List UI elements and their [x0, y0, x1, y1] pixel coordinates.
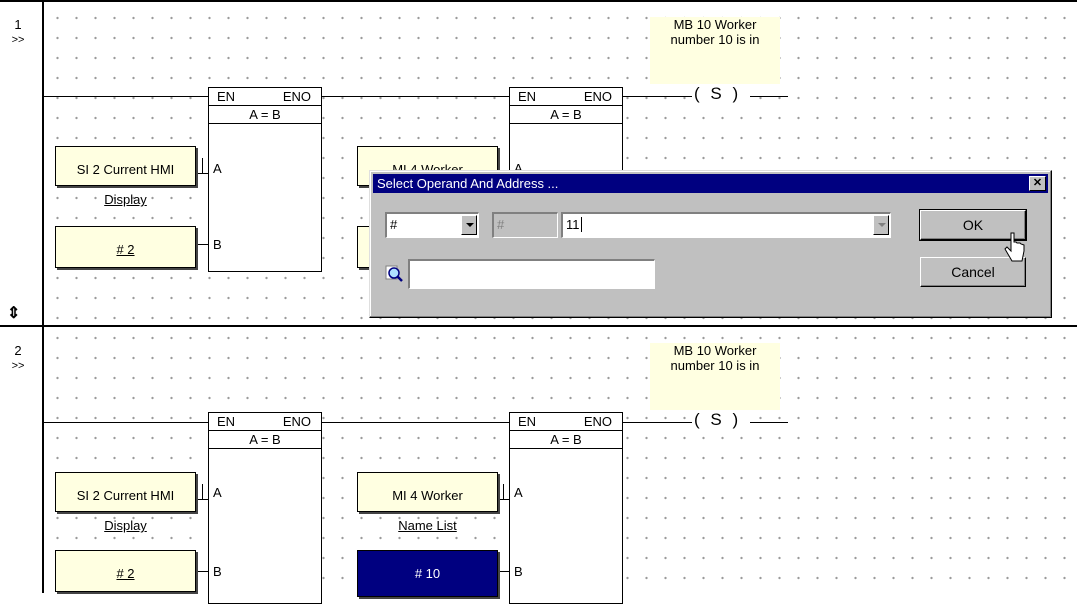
pin-a-label: A	[213, 485, 222, 500]
function-name: A = B	[510, 431, 622, 449]
compare-block[interactable]: EN ENO A = B A B	[509, 412, 623, 604]
operand-line: Display	[104, 518, 147, 533]
rung-wire	[320, 96, 510, 97]
function-name: A = B	[209, 431, 321, 449]
rung-wire	[620, 422, 700, 423]
mouse-cursor-icon	[1004, 231, 1026, 268]
operand-value: # 10	[414, 566, 441, 581]
en-label: EN	[217, 414, 236, 429]
pin-b-label: B	[213, 237, 222, 252]
eno-label: ENO	[282, 89, 311, 104]
select-operand-dialog: Select Operand And Address ... ✕ # # 11 …	[369, 170, 1052, 318]
operand-wire	[503, 484, 504, 500]
rung-number: 2	[14, 343, 22, 358]
operand-si2[interactable]: SI 2 Current HMI Display	[55, 472, 196, 533]
prefix-field: #	[492, 212, 558, 238]
dialog-title: Select Operand And Address ...	[377, 176, 559, 191]
function-name: A = B	[209, 106, 321, 124]
prefix-value: #	[497, 217, 505, 232]
operand-line: MI 4 Worker	[392, 488, 463, 503]
en-label: EN	[518, 414, 537, 429]
rung-expand-arrow[interactable]: >>	[8, 34, 28, 46]
rung-wire	[44, 96, 208, 97]
operand-selected-constant[interactable]: # 10	[357, 550, 498, 597]
operand-line: Display	[104, 192, 147, 207]
operand-mi4[interactable]: MI 4 Worker Name List	[357, 472, 498, 533]
pin-b-label: B	[514, 564, 523, 579]
rung-number: 1	[14, 17, 22, 32]
operand-type-value: #	[390, 217, 398, 232]
en-label: EN	[518, 89, 537, 104]
set-coil[interactable]: ( S )	[692, 84, 744, 104]
operand-line: SI 2 Current HMI	[76, 162, 175, 177]
operand-line: Name List	[398, 518, 457, 533]
rung-wire	[750, 422, 788, 423]
top-border	[0, 0, 1077, 2]
close-icon[interactable]: ✕	[1029, 176, 1046, 191]
search-icon[interactable]	[384, 263, 404, 283]
operand-wire	[497, 571, 509, 572]
chevron-down-icon[interactable]	[461, 215, 477, 235]
rung-expand-arrow[interactable]: >>	[8, 360, 28, 372]
operand-line: SI 2 Current HMI	[76, 488, 175, 503]
left-power-rail	[42, 0, 44, 593]
search-field[interactable]	[408, 259, 655, 289]
operand-constant[interactable]: # 2	[55, 550, 196, 592]
operand-value: # 2	[116, 242, 135, 257]
operand-wire	[196, 244, 208, 245]
address-value: 11	[566, 217, 580, 232]
chevron-down-icon	[873, 215, 889, 235]
set-coil[interactable]: ( S )	[692, 410, 744, 430]
rung-wire	[320, 422, 510, 423]
pin-a-label: A	[213, 161, 222, 176]
operand-value: # 2	[116, 566, 135, 581]
dialog-titlebar[interactable]: Select Operand And Address ... ✕	[373, 174, 1048, 193]
compare-block[interactable]: EN ENO A = B A B	[208, 412, 322, 604]
operand-wire	[202, 158, 203, 174]
resize-handle-icon[interactable]: ⇕	[7, 303, 20, 323]
en-label: EN	[217, 89, 236, 104]
address-input[interactable]: 11	[561, 212, 891, 238]
rung-wire	[44, 422, 208, 423]
operand-wire	[196, 571, 208, 572]
operand-type-select[interactable]: #	[385, 212, 479, 238]
eno-label: ENO	[583, 414, 612, 429]
operand-wire	[202, 484, 203, 500]
pin-b-label: B	[213, 564, 222, 579]
eno-label: ENO	[282, 414, 311, 429]
rung-wire	[750, 96, 788, 97]
pin-a-label: A	[514, 485, 523, 500]
eno-label: ENO	[583, 89, 612, 104]
rung-comment[interactable]: MB 10 Worker number 10 is in	[650, 17, 780, 84]
function-name: A = B	[510, 106, 622, 124]
rung-comment[interactable]: MB 10 Worker number 10 is in	[650, 343, 780, 410]
compare-block[interactable]: EN ENO A = B A B	[208, 87, 322, 272]
operand-si2[interactable]: SI 2 Current HMI Display	[55, 146, 196, 207]
rung-separator	[0, 325, 1077, 327]
rung-wire	[620, 96, 700, 97]
operand-constant[interactable]: # 2	[55, 226, 196, 268]
